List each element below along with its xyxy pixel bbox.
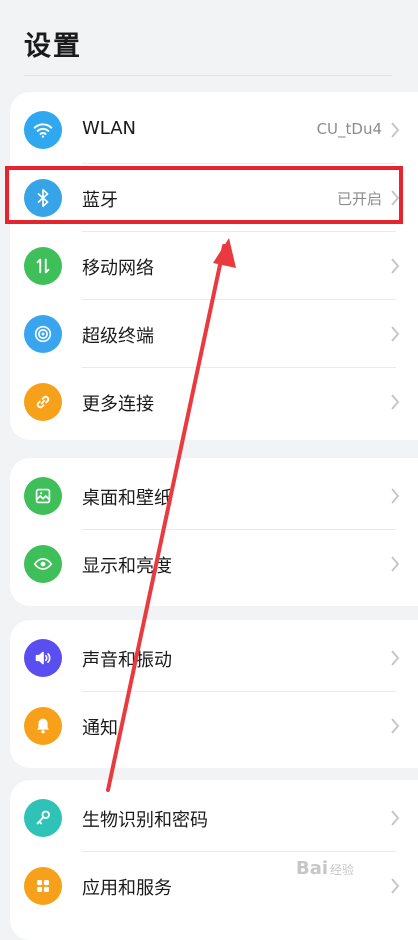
settings-item-wlan[interactable]: WLAN CU_tDu4 xyxy=(10,96,418,164)
eye-icon xyxy=(24,545,62,583)
settings-item-notifications[interactable]: 通知 xyxy=(10,692,418,760)
chevron-right-icon xyxy=(391,326,400,342)
settings-item-wallpaper[interactable]: 桌面和壁纸 xyxy=(10,462,418,530)
watermark-brand: Bai xyxy=(296,858,329,879)
settings-item-label: 更多连接 xyxy=(82,394,154,415)
settings-group-sound: 声音和振动 通知 xyxy=(10,620,418,768)
speaker-icon xyxy=(24,639,62,677)
mobile-data-icon xyxy=(24,247,62,285)
settings-item-more-connections[interactable]: 更多连接 xyxy=(10,368,418,436)
settings-item-label: 桌面和壁纸 xyxy=(82,488,172,509)
watermark-sub: 经验 xyxy=(330,863,355,877)
settings-item-label: 生物识别和密码 xyxy=(82,810,208,831)
settings-item-label: WLAN xyxy=(82,118,137,139)
chevron-right-icon xyxy=(391,650,400,666)
wallpaper-icon xyxy=(24,477,62,515)
settings-item-label: 显示和亮度 xyxy=(82,556,172,577)
settings-item-label: 通知 xyxy=(82,718,118,739)
settings-group-display: 桌面和壁纸 显示和亮度 xyxy=(10,458,418,606)
link-icon xyxy=(24,383,62,421)
settings-item-display-brightness[interactable]: 显示和亮度 xyxy=(10,530,418,598)
settings-item-sound-vibration[interactable]: 声音和振动 xyxy=(10,624,418,692)
settings-group-connectivity: WLAN CU_tDu4 蓝牙 已开启 移动网络 超级终端 更多连接 xyxy=(10,92,418,440)
settings-item-mobile-network[interactable]: 移动网络 xyxy=(10,232,418,300)
title-divider xyxy=(24,75,392,76)
settings-item-super-device[interactable]: 超级终端 xyxy=(10,300,418,368)
wlan-network-name: CU_tDu4 xyxy=(316,120,382,138)
chevron-right-icon xyxy=(391,878,400,894)
settings-item-label: 移动网络 xyxy=(82,258,154,279)
settings-group-security: 生物识别和密码 应用和服务 xyxy=(10,780,418,940)
settings-item-biometrics-password[interactable]: 生物识别和密码 xyxy=(10,784,418,852)
chevron-right-icon xyxy=(391,718,400,734)
settings-item-label: 声音和振动 xyxy=(82,650,172,671)
chevron-right-icon xyxy=(391,556,400,572)
chevron-right-icon xyxy=(391,258,400,274)
settings-item-label: 超级终端 xyxy=(82,326,154,347)
super-device-icon xyxy=(24,315,62,353)
settings-item-apps-services[interactable]: 应用和服务 xyxy=(10,852,418,920)
apps-icon xyxy=(24,867,62,905)
chevron-right-icon xyxy=(391,122,400,138)
page-title: 设置 xyxy=(24,31,82,62)
chevron-right-icon xyxy=(391,394,400,410)
highlight-box xyxy=(5,166,403,224)
settings-item-label: 应用和服务 xyxy=(82,878,172,899)
bell-icon xyxy=(24,707,62,745)
chevron-right-icon xyxy=(391,810,400,826)
watermark: Bai 经验 xyxy=(296,858,354,879)
key-icon xyxy=(24,799,62,837)
wifi-icon xyxy=(24,111,62,149)
chevron-right-icon xyxy=(391,488,400,504)
